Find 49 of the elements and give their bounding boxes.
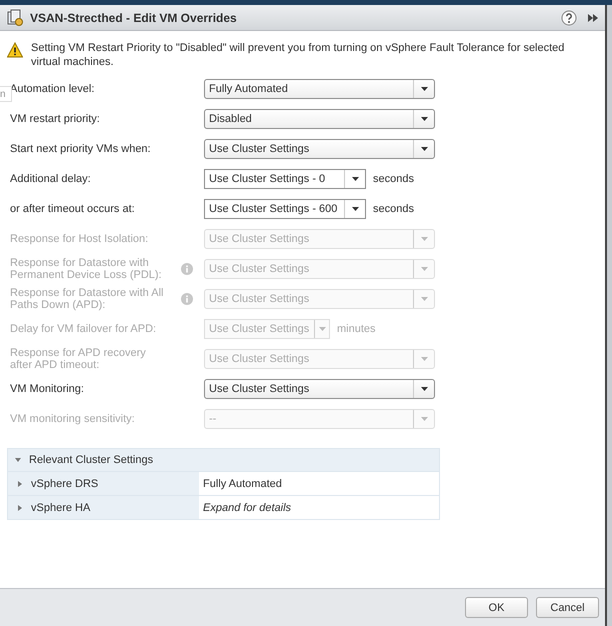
field-label: Response for Datastore with All Paths Down (APD): <box>9 287 164 311</box>
field-label: VM monitoring sensitivity: <box>9 413 136 425</box>
field-label: Additional delay: <box>9 173 92 185</box>
table-cell: Fully Automated <box>199 472 439 495</box>
window-title: VSAN-Strecthed - Edit VM Overrides <box>30 10 237 24</box>
dropdown[interactable]: Use Cluster Settings - 600 <box>204 199 366 219</box>
collapsed-arrow-icon[interactable] <box>17 480 23 486</box>
double-chevron-icon[interactable] <box>587 12 599 24</box>
dropdown[interactable]: Fully Automated <box>204 79 435 99</box>
dropdown[interactable]: Use Cluster Settings <box>204 139 435 159</box>
collapsed-arrow-icon[interactable] <box>17 504 23 510</box>
caret-icon <box>420 117 428 121</box>
section-header[interactable]: Relevant Cluster Settings <box>8 449 439 471</box>
tree-row[interactable]: vSphere DRS <box>8 472 199 495</box>
caret-icon <box>352 207 358 211</box>
dropdown[interactable]: Disabled <box>204 109 435 129</box>
cancel-button[interactable]: Cancel <box>536 597 599 618</box>
caret-icon <box>420 267 428 271</box>
caret-icon <box>318 327 326 331</box>
warning-message: Setting VM Restart Priority to "Disabled" will prevent you from turning on vSphere Fault Tolerance for selected virtual machines. <box>31 41 566 69</box>
dropdown[interactable]: Use Cluster Settings <box>204 379 435 399</box>
field-label: Response for APD recovery after APD timeout: <box>9 347 147 371</box>
caret-icon <box>420 297 428 301</box>
unit-label: seconds <box>373 173 414 185</box>
caret-icon <box>420 357 428 361</box>
field-label: VM restart priority: <box>9 113 101 125</box>
caret-icon <box>420 147 428 151</box>
field-label: Response for Host Isolation: <box>9 233 150 245</box>
caret-icon <box>420 417 428 421</box>
caret-icon <box>420 237 428 241</box>
field-label: Response for Datastore with Permanent Device Loss (PDL): <box>9 257 163 281</box>
field-label: VM Monitoring: <box>9 383 85 395</box>
caret-icon <box>352 177 358 181</box>
dropdown[interactable]: Use Cluster Settings - 0 <box>204 169 366 189</box>
warning-icon <box>7 42 23 58</box>
ok-button[interactable]: OK <box>465 597 528 618</box>
background-tab-fragment: n <box>0 86 12 102</box>
expanded-arrow-icon[interactable] <box>15 457 21 463</box>
caret-icon <box>420 87 428 91</box>
tree-row[interactable]: vSphere HA <box>8 496 199 519</box>
field-label: Automation level: <box>9 83 96 95</box>
table-cell: Expand for details <box>199 496 439 519</box>
help-icon[interactable] <box>561 10 577 26</box>
unit-label: minutes <box>337 323 376 335</box>
unit-label: seconds <box>373 203 414 215</box>
field-label: Start next priority VMs when: <box>9 143 152 155</box>
field-label: Delay for VM failover for APD: <box>9 323 158 335</box>
field-label: or after timeout occurs at: <box>9 203 136 215</box>
caret-icon <box>420 387 428 391</box>
